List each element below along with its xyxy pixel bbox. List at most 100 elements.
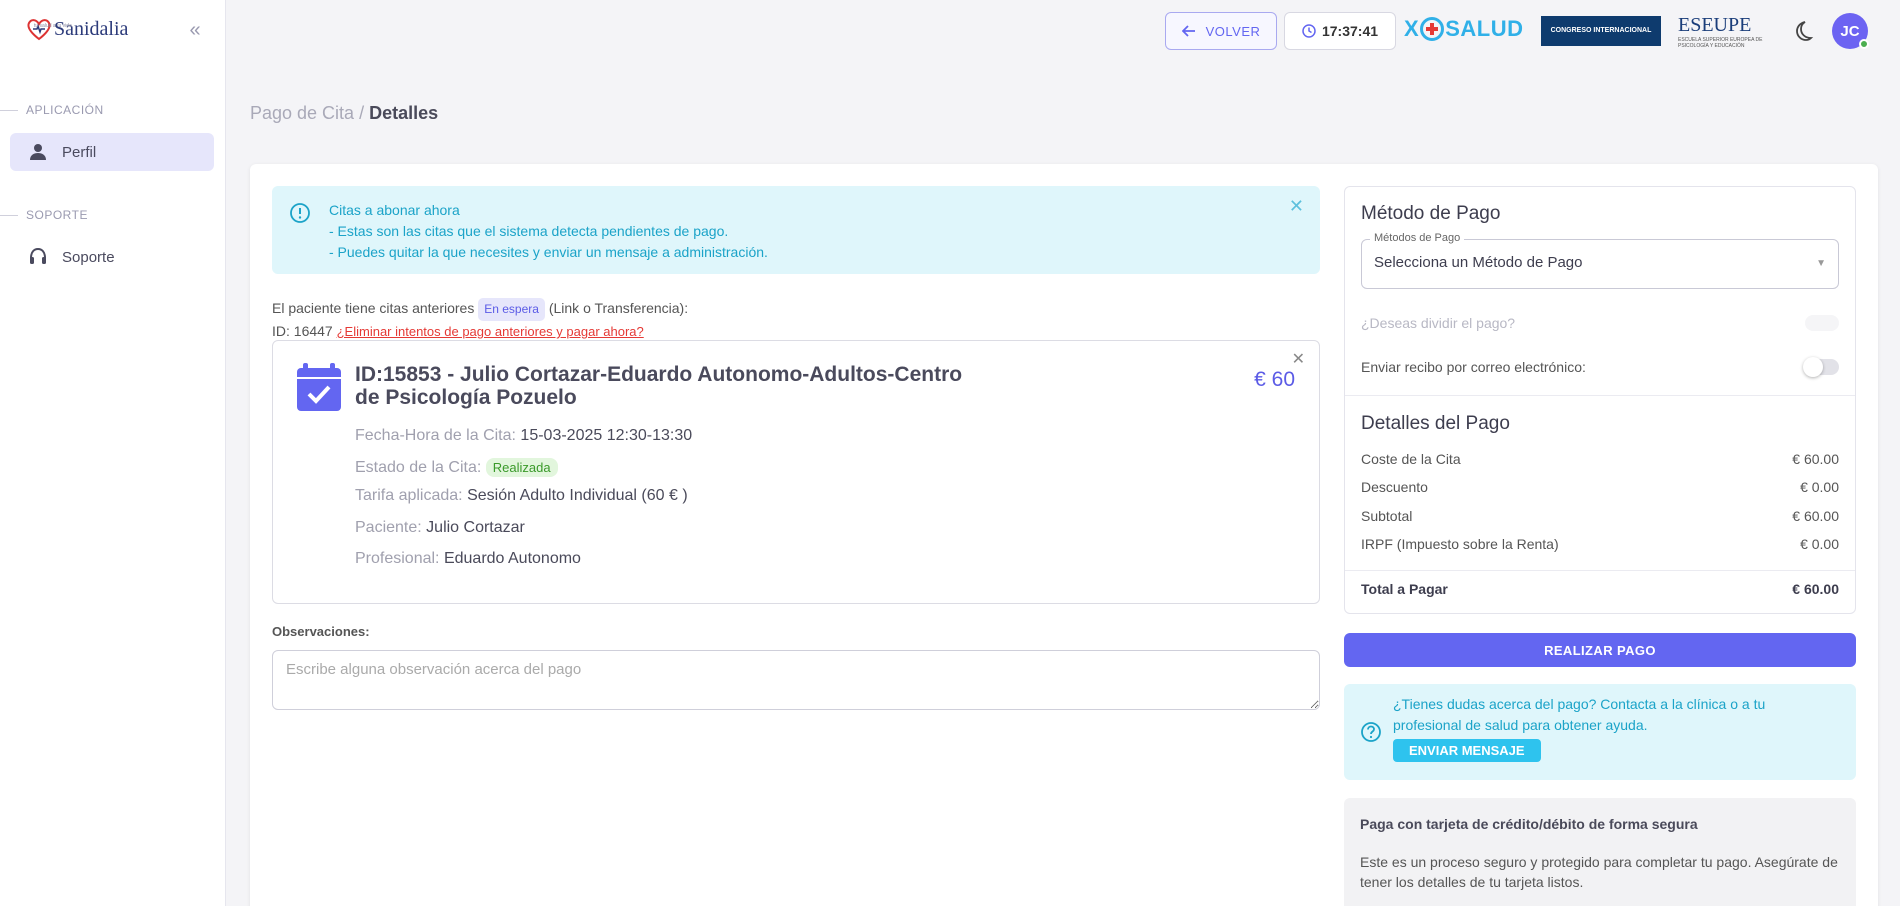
detail-value: € 60.00 [1792,508,1839,524]
field-label: Fecha-Hora de la Cita: [355,427,516,444]
nav-section-title: APLICACIÓN [26,103,104,117]
eseupe-logo[interactable]: ESEUPE ESCUELA SUPERIOR EUROPEA DE PSICO… [1678,14,1774,49]
field-value: Eduardo Autonomo [443,550,581,567]
email-receipt-toggle[interactable] [1803,357,1839,377]
detail-value: € 0.00 [1800,536,1839,552]
nav-section-aplicacion: APLICACIÓN [0,103,226,117]
close-alert-icon[interactable]: ✕ [1289,196,1304,217]
user-avatar[interactable]: JC [1832,13,1869,49]
breadcrumb-parent[interactable]: Pago de Cita [250,103,354,123]
make-payment-button[interactable]: REALIZAR PAGO [1344,633,1856,667]
detail-label: Subtotal [1361,508,1413,524]
appointment-price: € 60 [1254,368,1295,391]
total-value: € 60.00 [1792,581,1839,597]
previous-appointments-note: El paciente tiene citas anteriores En es… [272,298,688,342]
topbar: VOLVER 17:37:41 X SALUD CONGRESO INTERNA… [226,0,1900,62]
detail-row: IRPF (Impuesto sobre la Renta) € 0.00 [1361,536,1839,552]
select-value: Selecciona un Método de Pago [1374,254,1583,271]
field-fecha: Fecha-Hora de la Cita: 15-03-2025 12:30-… [355,427,692,445]
send-message-button[interactable]: ENVIAR MENSAJE [1393,739,1541,762]
xsalud-logo[interactable]: X SALUD [1404,16,1523,42]
clock-time: 17:37:41 [1321,23,1379,39]
total-row: Total a Pagar € 60.00 [1361,581,1839,597]
remove-appointment-icon[interactable]: ✕ [1292,349,1305,369]
observaciones-label: Observaciones: [272,624,370,639]
detail-value: € 0.00 [1800,479,1839,495]
appointment-title: ID:15853 - Julio Cortazar-Eduardo Autono… [355,363,963,409]
prev-text-before: El paciente tiene citas anteriores [272,300,475,316]
divider [1345,570,1855,571]
xsalud-text: SALUD [1445,16,1524,41]
sidebar-item-soporte[interactable]: Soporte [10,238,214,276]
calendar-check-icon [297,363,341,411]
payment-details-title: Detalles del Pago [1361,413,1510,434]
payment-method-select[interactable]: Métodos de Pago Selecciona un Método de … [1361,232,1839,289]
xsalud-x: X [1404,16,1420,41]
back-button-label: VOLVER [1205,23,1261,39]
breadcrumb-separator: / [354,103,370,123]
help-panel: ¿Tienes dudas acerca del pago? Contacta … [1344,684,1856,780]
alert-line-2: - Puedes quitar la que necesites y envia… [329,244,768,260]
detail-row: Subtotal € 60.00 [1361,508,1839,524]
field-value: Sesión Adulto Individual (60 € ) [467,487,688,504]
observaciones-textarea[interactable] [272,650,1320,710]
heart-logo-icon [27,19,51,41]
back-button[interactable]: VOLVER [1165,12,1277,50]
payment-method-title: Método de Pago [1361,203,1501,224]
question-circle-icon [1361,722,1381,742]
field-tarifa: Tarifa aplicada: Sesión Adulto Individua… [355,487,688,505]
payment-method-panel: Método de Pago Métodos de Pago Seleccion… [1344,186,1856,614]
info-circle-icon [290,203,310,223]
field-paciente: Paciente: Julio Cortazar [355,519,525,537]
field-profesional: Profesional: Eduardo Autonomo [355,550,581,568]
email-receipt-row: Enviar recibo por correo electrónico: [1361,357,1839,377]
headset-icon [30,247,46,264]
total-label: Total a Pagar [1361,581,1448,597]
prev-id: ID: 16447 [272,323,333,339]
detail-label: IRPF (Impuesto sobre la Renta) [1361,536,1559,552]
detail-row: Coste de la Cita € 60.00 [1361,451,1839,467]
breadcrumb: Pago de Cita / Detalles [250,103,438,124]
person-icon [30,144,46,160]
secure-text: Este es un proceso seguro y protegido pa… [1360,854,1838,890]
breadcrumb-current: Detalles [369,103,439,123]
status-badge-en-espera: En espera [478,298,545,321]
appointment-card: ID:15853 - Julio Cortazar-Eduardo Autono… [272,340,1320,604]
alert-line-1: - Estas son las citas que el sistema det… [329,223,729,239]
divider [1345,395,1855,396]
dark-mode-moon-icon[interactable] [1790,19,1814,43]
field-label: Paciente: [355,519,422,536]
eseupe-subtext: ESCUELA SUPERIOR EUROPEA DE PSICOLOGÍA Y… [1678,37,1763,49]
split-payment-label: ¿Deseas dividir el pago? [1361,315,1516,331]
brand-tagline: tu salud a tu vida [34,23,72,29]
help-text: ¿Tienes dudas acerca del pago? Contacta … [1393,696,1766,733]
clock-display: 17:37:41 [1284,12,1396,50]
field-label: Profesional: [355,550,440,567]
split-payment-row: ¿Deseas dividir el pago? [1361,315,1839,331]
detail-value: € 60.00 [1792,451,1839,467]
nav-section-soporte: SOPORTE [0,208,226,222]
medical-cross-icon [1420,17,1445,41]
sidebar-item-label: Soporte [62,248,115,266]
sidebar-item-perfil[interactable]: Perfil [10,133,214,171]
prev-text-after: (Link o Transferencia): [548,300,689,316]
detail-label: Coste de la Cita [1361,451,1461,467]
split-payment-toggle[interactable] [1805,315,1839,331]
select-floating-label: Métodos de Pago [1370,232,1465,244]
field-label: Estado de la Cita: [355,459,482,476]
avatar-initials: JC [1840,22,1860,40]
email-receipt-label: Enviar recibo por correo electrónico: [1361,359,1586,375]
arrow-left-icon [1181,25,1195,37]
clock-icon [1302,24,1316,38]
eseupe-text: ESEUPE [1678,14,1752,36]
field-label: Tarifa aplicada: [355,487,463,504]
field-estado: Estado de la Cita: Realizada [355,458,558,477]
status-badge-realizada: Realizada [485,458,558,477]
field-value: 15-03-2025 12:30-13:30 [520,427,693,444]
delete-previous-attempts-link[interactable]: ¿Eliminar intentos de pago anteriores y … [337,324,644,339]
collapse-sidebar-icon[interactable]: « [184,20,206,42]
brand-logo[interactable]: Sanidalia [26,16,128,42]
online-status-dot [1859,39,1869,49]
congreso-text: CONGRESO INTERNACIONAL [1550,27,1652,35]
congreso-logo[interactable]: CONGRESO INTERNACIONAL [1541,16,1661,46]
